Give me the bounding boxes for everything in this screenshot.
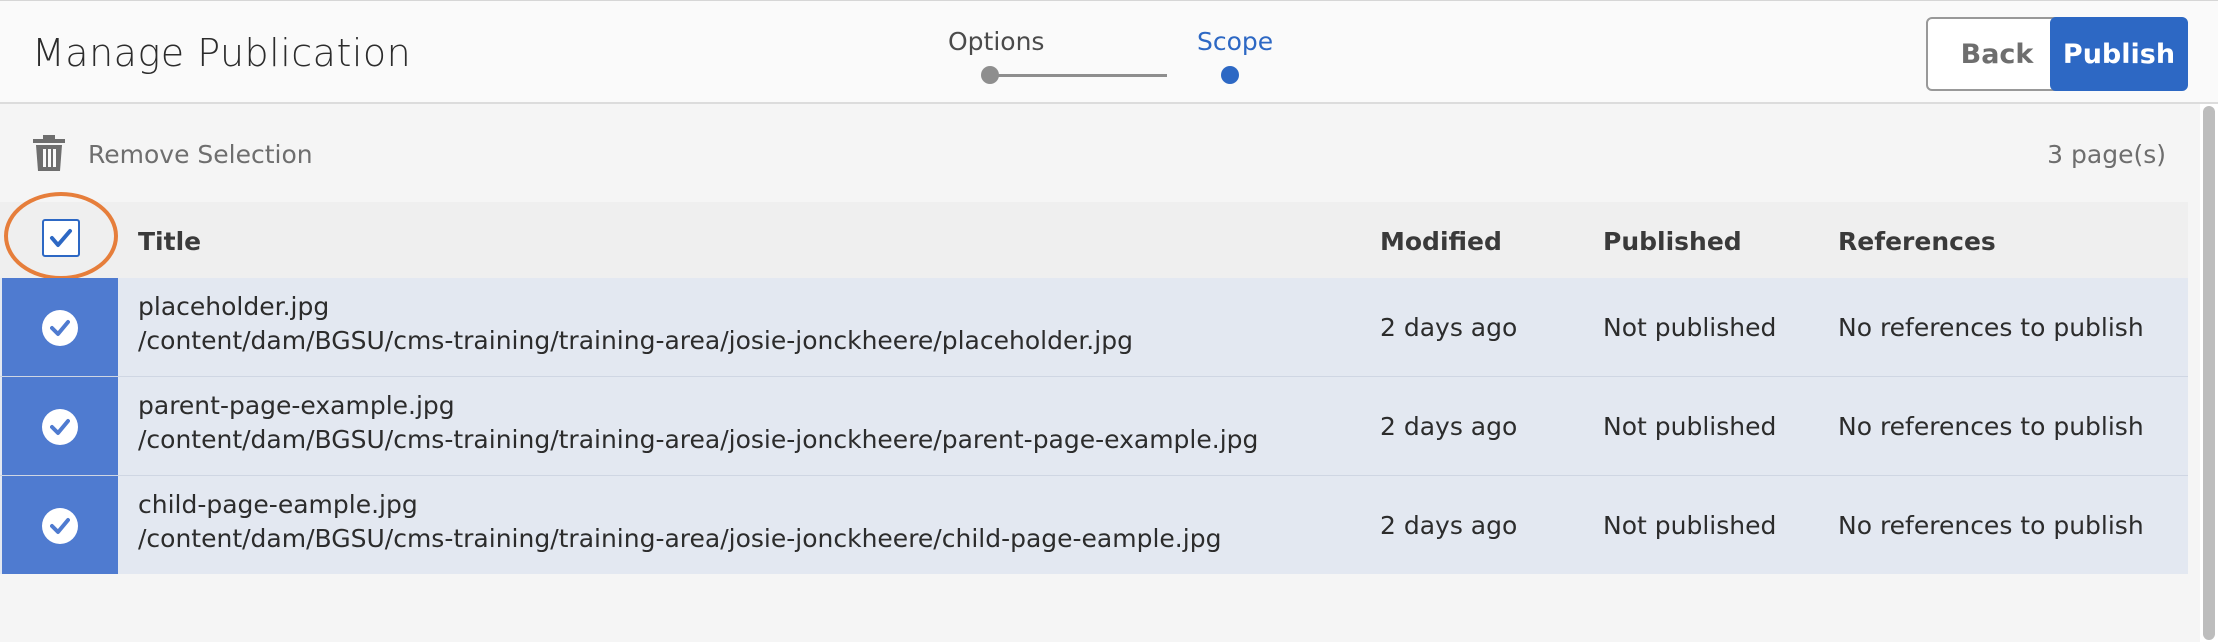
row-modified: 2 days ago — [1380, 511, 1518, 540]
row-references: No references to publish — [1838, 313, 2144, 342]
row-modified: 2 days ago — [1380, 412, 1518, 441]
table-row[interactable]: placeholder.jpg /content/dam/BGSU/cms-tr… — [0, 278, 2188, 376]
table-row[interactable]: parent-page-example.jpg /content/dam/BGS… — [0, 377, 2188, 475]
remove-selection-button[interactable]: Remove Selection — [88, 140, 313, 169]
row-name: placeholder.jpg — [138, 292, 330, 321]
row-path: /content/dam/BGSU/cms-training/training-… — [138, 425, 1259, 454]
back-button[interactable]: Back — [1926, 17, 2068, 91]
row-path: /content/dam/BGSU/cms-training/training-… — [138, 524, 1222, 553]
step-connector — [990, 74, 1167, 77]
row-checkmark-icon[interactable] — [42, 409, 78, 445]
row-published: Not published — [1603, 412, 1777, 441]
publish-button[interactable]: Publish — [2050, 17, 2188, 91]
select-all-highlight — [4, 192, 118, 280]
vertical-scrollbar[interactable] — [2200, 104, 2218, 642]
column-modified[interactable]: Modified — [1380, 227, 1502, 256]
wizard-steps: Options Scope — [940, 23, 1300, 93]
column-references[interactable]: References — [1838, 227, 1996, 256]
header-bar: Manage Publication Options Scope Back Pu… — [0, 0, 2218, 104]
row-thumbnail[interactable] — [2, 476, 118, 574]
step-options-dot — [981, 66, 999, 84]
row-thumbnail[interactable] — [2, 377, 118, 475]
step-options-label[interactable]: Options — [948, 27, 1044, 56]
row-path: /content/dam/BGSU/cms-training/training-… — [138, 326, 1133, 355]
row-name: child-page-eample.jpg — [138, 490, 418, 519]
page-title: Manage Publication — [32, 31, 412, 75]
row-checkmark-icon[interactable] — [42, 508, 78, 544]
table-header: Title Modified Published References — [0, 202, 2188, 278]
selection-toolbar: Remove Selection 3 page(s) — [0, 106, 2188, 202]
column-title[interactable]: Title — [138, 227, 201, 256]
trash-icon[interactable] — [32, 134, 66, 172]
row-modified: 2 days ago — [1380, 313, 1518, 342]
step-scope-dot — [1221, 66, 1239, 84]
row-checkmark-icon[interactable] — [42, 310, 78, 346]
row-published: Not published — [1603, 511, 1777, 540]
step-scope-label[interactable]: Scope — [1197, 27, 1273, 56]
page-count: 3 page(s) — [2047, 140, 2166, 169]
row-references: No references to publish — [1838, 412, 2144, 441]
row-thumbnail[interactable] — [2, 278, 118, 376]
row-published: Not published — [1603, 313, 1777, 342]
table-row[interactable]: child-page-eample.jpg /content/dam/BGSU/… — [0, 476, 2188, 574]
row-name: parent-page-example.jpg — [138, 391, 455, 420]
row-references: No references to publish — [1838, 511, 2144, 540]
scrollbar-thumb[interactable] — [2203, 106, 2215, 640]
column-published[interactable]: Published — [1603, 227, 1742, 256]
